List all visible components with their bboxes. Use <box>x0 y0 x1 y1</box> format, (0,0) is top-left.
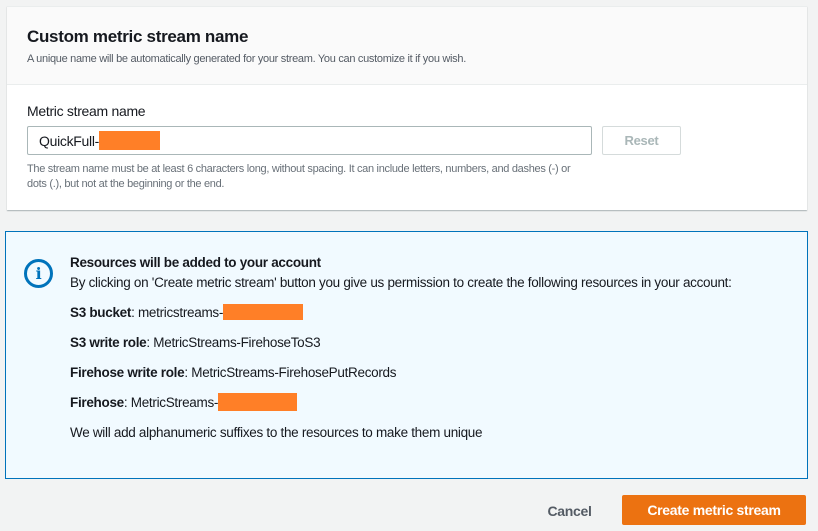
field-label: Metric stream name <box>27 103 146 119</box>
metric-stream-name-panel: Custom metric stream name A unique name … <box>7 6 807 210</box>
input-value: QuickFull- <box>39 132 100 149</box>
resource-firehose-write-role: Firehose write role: MetricStreams-Fireh… <box>70 365 397 380</box>
metric-stream-name-input[interactable]: QuickFull- <box>27 126 592 155</box>
help-text: The stream name must be at least 6 chara… <box>27 163 571 190</box>
resource-s3-bucket: S3 bucket: metricstreams- <box>70 303 790 323</box>
resource-firehose: Firehose: MetricStreams- <box>70 393 790 413</box>
cancel-button[interactable]: Cancel <box>537 498 602 524</box>
info-alert: i Resources will be added to your accoun… <box>5 231 808 479</box>
info-footer: We will add alphanumeric suffixes to the… <box>70 425 483 440</box>
create-metric-stream-button[interactable]: Create metric stream <box>622 495 806 525</box>
panel-subtitle: A unique name will be automatically gene… <box>27 53 466 65</box>
panel-header: Custom metric stream name A unique name … <box>7 7 807 85</box>
redacted-block <box>223 304 304 320</box>
redacted-block <box>99 131 161 150</box>
panel-title: Custom metric stream name <box>27 27 249 46</box>
info-icon: i <box>24 259 53 288</box>
resource-s3-write-role: S3 write role: MetricStreams-FirehoseToS… <box>70 335 321 350</box>
info-intro: By clicking on 'Create metric stream' bu… <box>70 275 732 290</box>
redacted-block <box>218 393 298 411</box>
reset-button[interactable]: Reset <box>602 126 681 155</box>
info-title: Resources will be added to your account <box>70 255 321 270</box>
